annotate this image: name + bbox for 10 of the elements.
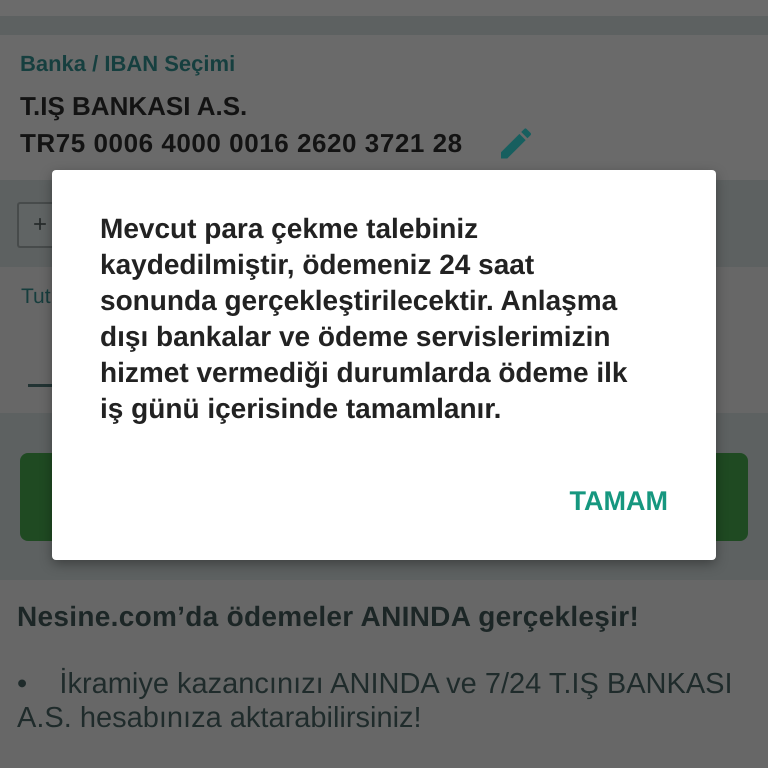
ok-button[interactable]: TAMAM — [562, 477, 676, 525]
pencil-icon[interactable] — [500, 128, 531, 159]
amount-label: Tut — [21, 284, 51, 309]
iban-number: TR75 0006 4000 0016 2620 3721 28 — [20, 127, 463, 160]
bullet-text: • İkramiye kazancınızı ANINDA ve 7/24 T.IŞ BANKASI A.S. hesabınıza aktarabilirsiniz! — [17, 667, 734, 735]
add-button[interactable]: + — [17, 202, 52, 248]
info-title: Nesine.com’da ödemeler ANINDA gerçekleşir! — [17, 600, 640, 634]
section-label: Banka / IBAN Seçimi — [20, 51, 236, 77]
dialog-message: Mevcut para çekme talebiniz kaydedilmiştir, ödemeniz 24 saat sonunda gerçekleştirilecektir. Anlaşma dışı bankalar ve ödeme servislerimizin hizmet vermediği durumlarda ödeme ilk iş günü içerisinde tamamlanır. — [100, 212, 628, 426]
bank-name: T.IŞ BANKASI A.S. — [20, 90, 248, 123]
